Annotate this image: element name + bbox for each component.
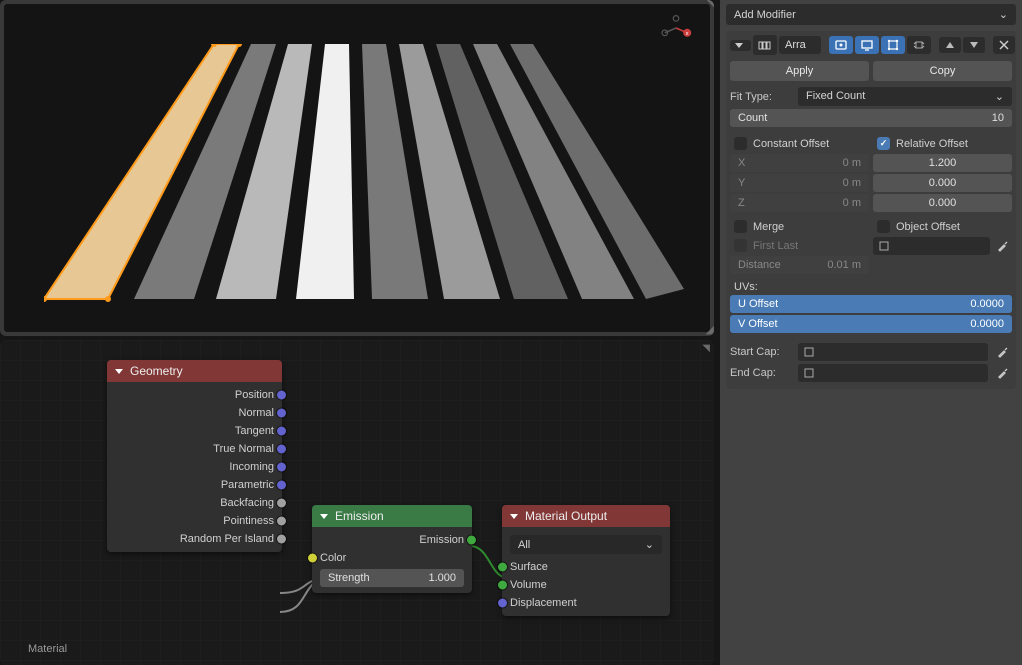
corner-handle-icon[interactable]: ◢	[706, 323, 714, 336]
socket-displacement[interactable]: Displacement	[502, 594, 670, 612]
start-cap-picker[interactable]	[798, 343, 988, 361]
constant-offset-check[interactable]	[734, 137, 747, 150]
collapse-icon[interactable]	[320, 514, 328, 519]
socket-normal[interactable]: Normal	[107, 404, 282, 422]
socket-pointiness[interactable]: Pointiness	[107, 512, 282, 530]
socket-true-normal[interactable]: True Normal	[107, 440, 282, 458]
show-cage-toggle[interactable]	[907, 36, 931, 54]
show-viewport-toggle[interactable]	[855, 36, 879, 54]
object-offset-picker[interactable]	[873, 237, 990, 255]
apply-button[interactable]: Apply	[730, 61, 869, 81]
strength-field[interactable]: Strength1.000	[320, 569, 464, 587]
chevron-down-icon: ⌄	[999, 8, 1008, 21]
socket-random-per-island[interactable]: Random Per Island	[107, 530, 282, 548]
merge-check[interactable]	[734, 220, 747, 233]
axis-gizmo[interactable]: x	[660, 12, 692, 44]
collapse-icon[interactable]	[115, 369, 123, 374]
copy-button[interactable]: Copy	[873, 61, 1012, 81]
relative-offset-check[interactable]	[877, 137, 890, 150]
fit-type-select[interactable]: Fixed Count⌄	[798, 87, 1012, 106]
chevron-down-icon: ⌄	[995, 90, 1004, 103]
cube-icon	[803, 367, 815, 379]
socket-surface[interactable]: Surface	[502, 558, 670, 576]
node-editor[interactable]: ◥ Material Geometry Position Normal Tang…	[0, 340, 714, 665]
node-material-output[interactable]: Material Output All⌄ Surface Volume Disp…	[502, 505, 670, 616]
const-x-field[interactable]: X0 m	[730, 154, 869, 172]
node-header[interactable]: Emission	[312, 505, 472, 527]
corner-handle-icon[interactable]: ◥	[702, 343, 710, 354]
socket-emission-out[interactable]: Emission	[312, 531, 472, 549]
modifier-name-field[interactable]: Arra	[779, 36, 821, 54]
cube-icon	[803, 346, 815, 358]
triangle-down-icon	[735, 43, 743, 48]
chevron-down-icon: ⌄	[645, 538, 654, 551]
u-offset-field[interactable]: U Offset0.0000	[730, 295, 1012, 313]
cube-icon	[878, 240, 890, 252]
node-header[interactable]: Geometry	[107, 360, 282, 382]
socket-parametric[interactable]: Parametric	[107, 476, 282, 494]
target-select[interactable]: All⌄	[510, 535, 662, 554]
const-z-field[interactable]: Z0 m	[730, 194, 869, 212]
material-label: Material	[28, 643, 67, 655]
socket-volume[interactable]: Volume	[502, 576, 670, 594]
expand-toggle[interactable]	[730, 40, 751, 51]
viewport-bg: x	[4, 4, 710, 332]
rel-z-field[interactable]: 0.000	[873, 194, 1012, 212]
move-down-button[interactable]	[963, 37, 985, 53]
move-up-button[interactable]	[939, 37, 961, 53]
collapse-icon[interactable]	[510, 514, 518, 519]
viewport-3d[interactable]: x ◥ ◢	[0, 0, 714, 336]
socket-color-in[interactable]: Color	[312, 549, 472, 567]
show-render-toggle[interactable]	[829, 36, 853, 54]
first-last-check	[734, 239, 747, 252]
v-offset-field[interactable]: V Offset0.0000	[730, 315, 1012, 333]
eyedropper-button[interactable]	[994, 343, 1012, 361]
add-modifier-dropdown[interactable]: Add Modifier ⌄	[726, 4, 1016, 25]
node-geometry[interactable]: Geometry Position Normal Tangent True No…	[107, 360, 282, 552]
array-modifier: Arra Apply Copy Fit Type: Fixed Count⌄ C…	[726, 31, 1016, 389]
array-icon	[753, 35, 777, 55]
fit-type-label: Fit Type:	[730, 91, 792, 103]
object-offset-check[interactable]	[877, 220, 890, 233]
node-header[interactable]: Material Output	[502, 505, 670, 527]
rel-x-field[interactable]: 1.200	[873, 154, 1012, 172]
socket-backfacing[interactable]: Backfacing	[107, 494, 282, 512]
uvs-label: UVs:	[730, 277, 1012, 295]
array-preview	[44, 44, 684, 304]
eyedropper-button[interactable]	[994, 237, 1012, 255]
socket-incoming[interactable]: Incoming	[107, 458, 282, 476]
rel-y-field[interactable]: 0.000	[873, 174, 1012, 192]
svg-text:x: x	[686, 31, 689, 37]
node-emission[interactable]: Emission Emission Color Strength1.000	[312, 505, 472, 593]
distance-field: Distance0.01 m	[730, 256, 869, 274]
remove-modifier-button[interactable]	[993, 36, 1015, 54]
show-edit-toggle[interactable]	[881, 36, 905, 54]
end-cap-picker[interactable]	[798, 364, 988, 382]
count-field[interactable]: Count10	[730, 109, 1012, 127]
corner-handle-icon[interactable]: ◥	[706, 0, 714, 9]
eyedropper-button[interactable]	[994, 364, 1012, 382]
socket-tangent[interactable]: Tangent	[107, 422, 282, 440]
modifier-panel: Add Modifier ⌄ Arra Apply Copy Fit Type:…	[720, 0, 1022, 665]
socket-position[interactable]: Position	[107, 386, 282, 404]
const-y-field[interactable]: Y0 m	[730, 174, 869, 192]
